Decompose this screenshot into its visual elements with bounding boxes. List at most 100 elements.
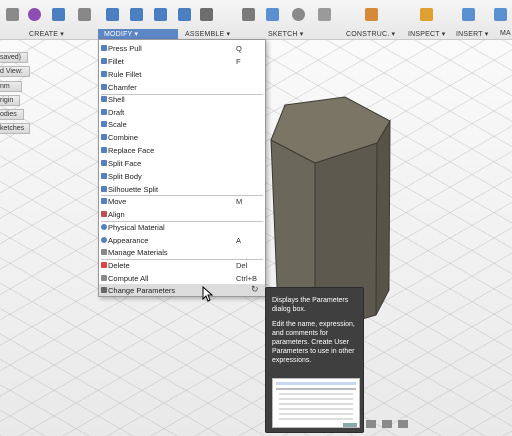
workspace-sketch[interactable]: SKETCH ▾ [268,30,303,38]
menu-item-fillet[interactable]: Fillet F [99,55,265,67]
grid-settings-icon[interactable] [382,420,392,428]
menu-item-change-parameters[interactable]: Change Parameters ↻ [99,284,265,296]
menu-item-label: Silhouette Split [108,184,159,194]
menu-item-label: Draft [108,107,125,117]
sketch-tool-icon[interactable] [6,8,19,21]
display-controls [364,418,424,432]
menu-item-label: Shell [108,94,125,104]
shell-tool-icon[interactable] [154,8,167,21]
menu-item-split-face[interactable]: Split Face [99,157,265,169]
menu-item-label: Fillet [108,56,124,66]
undo-tool-icon[interactable] [242,8,255,21]
menu-item-label: Manage Materials [108,247,168,257]
menu-item-label: Press Pull [108,43,142,53]
tooltip-title: Displays the Parameters dialog box. [272,297,349,313]
chamfer-icon [101,83,107,90]
silhouette-split-icon [101,185,107,192]
menu-item-compute-all[interactable]: Compute All Ctrl+B [99,272,265,284]
workspace-inspect[interactable]: INSPECT ▾ [408,30,445,38]
fillet-icon [101,57,107,64]
modify-menu: Press Pull Q Fillet F Rule Fillet Chamfe… [98,39,266,297]
line-tool-icon[interactable] [266,8,279,21]
render-tool-icon[interactable] [494,8,507,21]
fillet-tool-icon[interactable] [130,8,143,21]
appearance-icon [101,236,107,243]
workspace-construct[interactable]: CONSTRUC. ▾ [346,30,395,38]
menu-item-delete[interactable]: Delete Del [99,259,265,271]
menu-item-label: Replace Face [108,145,155,155]
menu-item-shortcut: A [236,235,242,245]
form-tool-icon[interactable] [28,8,41,21]
menu-item-shortcut: Q [236,43,242,53]
compute-all-icon [101,274,107,281]
tooltip-preview-image [272,378,360,428]
workspace-modify[interactable]: MODIFY ▾ [98,29,178,39]
workspace-create[interactable]: CREATE ▾ [29,30,64,38]
menu-item-shortcut: M [236,196,243,206]
browser-item-named-views[interactable]: d View: [0,66,30,77]
workspace-assemble[interactable]: ASSEMBLE ▾ [185,30,230,38]
workspace-make[interactable]: MA [500,30,511,37]
plane-tool-icon[interactable] [365,8,378,21]
menu-item-label: Split Face [108,158,142,168]
joint-tool-icon[interactable] [200,8,213,21]
menu-item-press-pull[interactable]: Press Pull Q [99,42,265,54]
browser-item-unsaved[interactable]: saved) [0,52,28,63]
change-parameters-icon [101,286,107,293]
menu-item-shell[interactable]: Shell [99,93,265,105]
workspace-insert[interactable]: INSERT ▾ [456,30,488,38]
menu-item-shortcut: F [236,56,241,66]
menu-item-appearance[interactable]: Appearance A [99,234,265,246]
menu-item-physical-material[interactable]: Physical Material [99,221,265,233]
rule-fillet-icon [101,70,107,77]
menu-item-chamfer[interactable]: Chamfer [99,81,265,93]
menu-item-label: Change Parameters [108,285,176,295]
align-icon [101,210,107,217]
split-face-icon [101,159,107,166]
mouse-cursor-icon [202,286,214,302]
split-body-icon [101,172,107,179]
combine-tool-icon[interactable] [178,8,191,21]
tooltip-body: Edit the name, expression, and comments … [272,321,355,364]
menu-item-combine[interactable]: Combine [99,131,265,143]
menu-item-move[interactable]: Move M [99,195,265,207]
menu-item-replace-face[interactable]: Replace Face [99,144,265,156]
menu-item-shortcut: Ctrl+B [236,273,258,283]
browser-item-units[interactable]: nm [0,81,22,92]
circle-tool-icon[interactable] [292,8,305,21]
menu-item-label: Align [108,209,125,219]
menu-item-label: Rule Fillet [108,69,142,79]
draft-icon [101,108,107,115]
menu-item-label: Appearance [108,235,149,245]
box-tool-icon[interactable] [52,8,65,21]
menu-item-manage-materials[interactable]: Manage Materials [99,246,265,258]
menu-item-scale[interactable]: Scale [99,118,265,130]
measure-tool-icon[interactable] [420,8,433,21]
visual-style-icon[interactable] [366,420,376,428]
menu-item-label: Chamfer [108,82,137,92]
dimension-tool-icon[interactable] [318,8,331,21]
menu-item-silhouette-split[interactable]: Silhouette Split [99,183,265,195]
move-icon [101,197,107,204]
browser-item-sketches[interactable]: ketches [0,123,30,134]
browser-item-bodies[interactable]: odies [0,109,24,120]
tooltip: Displays the Parameters dialog box. Edit… [265,287,364,433]
menu-item-label: Delete [108,260,130,270]
menu-item-draft[interactable]: Draft [99,106,265,118]
menu-item-label: Combine [108,132,139,142]
shell-icon [101,95,107,102]
menu-item-shortcut: Del [236,260,248,270]
menu-item-label: Physical Material [108,222,165,232]
menu-item-align[interactable]: Align [99,208,265,220]
insert-tool-icon[interactable] [462,8,475,21]
menu-item-label: Move [108,196,127,206]
viewports-icon[interactable] [398,420,408,428]
delete-icon [101,261,107,268]
menu-item-split-body[interactable]: Split Body [99,170,265,182]
hole-tool-icon[interactable] [78,8,91,21]
refresh-icon: ↻ [251,284,259,294]
replace-face-icon [101,146,107,153]
browser-item-origin[interactable]: rigin [0,95,20,106]
press-pull-tool-icon[interactable] [106,8,119,21]
menu-item-rule-fillet[interactable]: Rule Fillet [99,68,265,80]
